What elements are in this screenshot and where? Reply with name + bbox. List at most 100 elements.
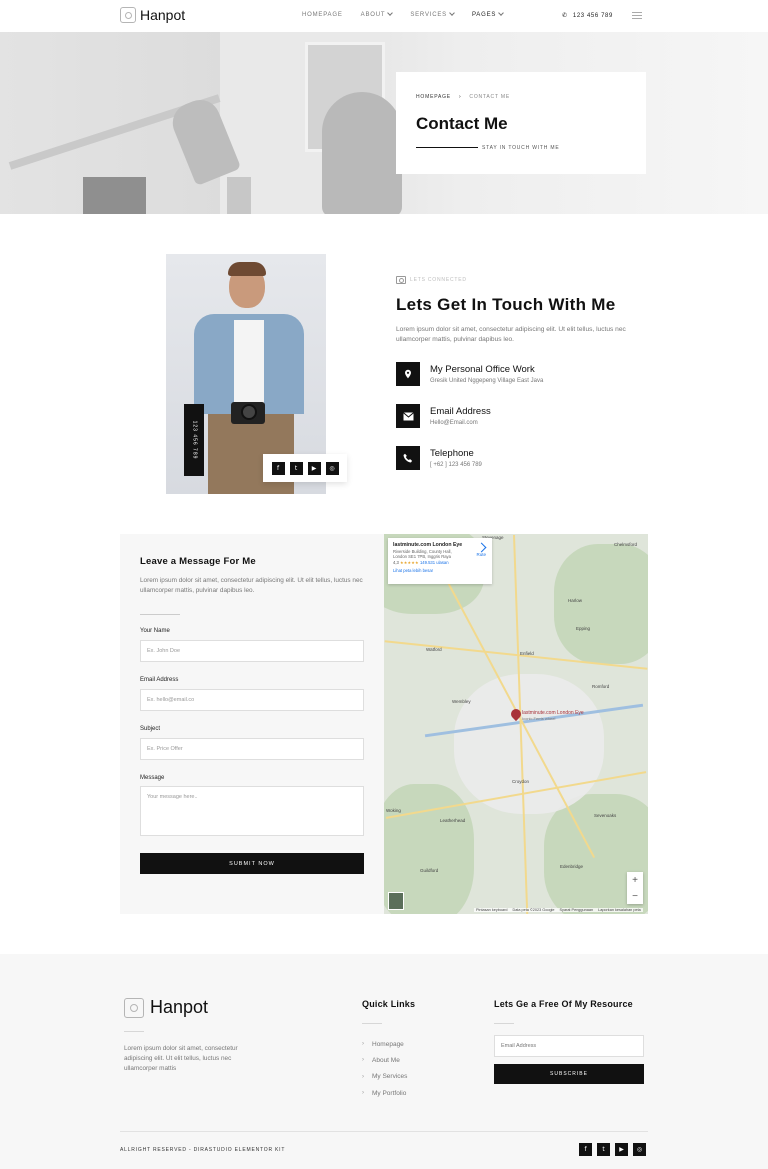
map-place-label: Sevenoaks bbox=[594, 813, 617, 818]
nav-pages[interactable]: PAGES bbox=[471, 10, 505, 18]
map-place-address: Riverside Building, County Hall, London … bbox=[393, 549, 452, 559]
message-textarea[interactable]: Your message here.. bbox=[140, 786, 364, 836]
instagram-icon[interactable]: ◎ bbox=[633, 1143, 646, 1156]
info-telephone-title: Telephone bbox=[430, 448, 474, 459]
envelope-icon bbox=[396, 404, 420, 428]
map-attribution: Pintasan keyboard Data peta ©2023 Google… bbox=[474, 908, 643, 912]
nav-services-label: SERVICES bbox=[410, 12, 447, 18]
breadcrumb-chevron-icon: › bbox=[458, 94, 462, 100]
map-place-label: Enfield bbox=[520, 651, 534, 656]
map-place-rating: 4,3 ★★★★★ 149.531 ulasan bbox=[393, 560, 487, 565]
footer-link-homepage[interactable]: › Homepage bbox=[362, 1036, 407, 1052]
footer-logo[interactable]: Hanpot bbox=[124, 997, 208, 1018]
youtube-icon[interactable]: ▶ bbox=[615, 1143, 628, 1156]
nav-homepage-label: HOMEPAGE bbox=[302, 12, 343, 18]
map-green-area bbox=[554, 544, 648, 664]
hamburger-menu-icon[interactable] bbox=[632, 12, 642, 19]
map-keyboard-shortcuts[interactable]: Pintasan keyboard bbox=[476, 908, 507, 912]
map-larger-link[interactable]: Lihat peta lebih besar bbox=[393, 568, 487, 573]
info-email-value[interactable]: Hello@Email.com bbox=[430, 420, 478, 426]
site-header: Hanpot HOMEPAGE ABOUT SERVICES PAGES ✆ 1… bbox=[0, 0, 768, 32]
map-reviews-link[interactable]: 149.531 ulasan bbox=[420, 560, 449, 565]
copyright: ALLRIGHT RESERVED - DIRASTUDIO ELEMENTOR… bbox=[120, 1147, 286, 1153]
footer-link-label: My Services bbox=[372, 1073, 408, 1081]
instagram-icon[interactable]: ◎ bbox=[325, 461, 339, 475]
map-marker-subtitle: Iconic Ferris wheel bbox=[522, 716, 556, 721]
message-label: Message bbox=[140, 775, 165, 781]
nav-homepage[interactable]: HOMEPAGE bbox=[302, 12, 343, 18]
map-terms-link[interactable]: Syarat Penggunaan bbox=[560, 908, 594, 912]
page-title: Contact Me bbox=[416, 114, 508, 133]
nav-about-label: ABOUT bbox=[360, 12, 386, 18]
google-map[interactable]: Stevenage Harlow Watford Enfield Wembley… bbox=[384, 534, 648, 914]
breadcrumb-home[interactable]: HOMEPAGE bbox=[416, 94, 451, 100]
form-divider bbox=[140, 614, 180, 615]
map-report-link[interactable]: Laporkan kesalahan peta bbox=[598, 908, 641, 912]
quick-links-list: › Homepage › About Me › My Services › My Por… bbox=[362, 1036, 407, 1101]
info-email: Email Address Hello@Email.com bbox=[396, 404, 646, 428]
section-kicker-text: LETS CONNECTED bbox=[410, 277, 467, 283]
info-telephone: Telephone [ +62 ] 123 456 789 bbox=[396, 446, 646, 470]
map-place-label: Harlow bbox=[568, 598, 583, 603]
portrait-phone-number: 123 456 789 bbox=[191, 420, 197, 460]
subject-label: Subject bbox=[140, 726, 161, 732]
footer-social-links: f t ▶ ◎ bbox=[579, 1143, 646, 1156]
info-office: My Personal Office Work Gresik United Ng… bbox=[396, 362, 646, 386]
nav-services[interactable]: SERVICES bbox=[410, 10, 455, 18]
breadcrumb-current: CONTACT ME bbox=[469, 94, 510, 100]
youtube-icon[interactable]: ▶ bbox=[307, 461, 321, 475]
footer-divider bbox=[124, 1031, 144, 1032]
footer-link-services[interactable]: › My Services bbox=[362, 1069, 407, 1085]
footer-link-label: My Portfolio bbox=[372, 1089, 407, 1097]
footer-link-label: Homepage bbox=[372, 1040, 404, 1048]
name-input[interactable]: Ex. John Doe bbox=[140, 640, 364, 662]
map-place-label: Edenbridge bbox=[560, 864, 584, 869]
footer-divider bbox=[362, 1023, 382, 1024]
map-directions-button[interactable]: Rute bbox=[476, 542, 487, 557]
form-description: Lorem ipsum dolor sit amet, consectetur … bbox=[140, 577, 363, 594]
map-directions-label: Rute bbox=[476, 552, 486, 557]
facebook-icon[interactable]: f bbox=[579, 1143, 592, 1156]
map-place-label: Woking bbox=[386, 808, 401, 813]
map-place-label: Wembley bbox=[452, 699, 471, 704]
map-rating-value: 4,3 bbox=[393, 560, 399, 565]
portrait-shirt bbox=[234, 320, 264, 414]
twitter-icon[interactable]: t bbox=[289, 461, 303, 475]
portrait-hair bbox=[228, 262, 266, 276]
chevron-down-icon bbox=[498, 10, 505, 16]
quick-links-title: Quick Links bbox=[362, 999, 416, 1009]
zoom-out-button[interactable]: − bbox=[627, 888, 643, 904]
nav-pages-label: PAGES bbox=[471, 12, 497, 18]
directions-icon bbox=[476, 542, 487, 553]
map-place-label: Chelmsford bbox=[614, 542, 638, 547]
subject-input[interactable]: Ex. Price Offer bbox=[140, 738, 364, 760]
resource-title: Lets Ge a Free Of My Resource bbox=[494, 999, 633, 1009]
logo[interactable]: Hanpot bbox=[120, 7, 185, 23]
header-phone[interactable]: ✆ 123 456 789 bbox=[562, 12, 613, 19]
newsletter-email-input[interactable]: Email Address bbox=[494, 1035, 644, 1057]
nav-about[interactable]: ABOUT bbox=[360, 10, 394, 18]
breadcrumb: HOMEPAGE › CONTACT ME bbox=[416, 94, 510, 100]
portrait-phone-text: 123 456 789 bbox=[184, 404, 204, 476]
hero-monitor bbox=[83, 177, 146, 214]
map-satellite-toggle[interactable] bbox=[388, 892, 404, 910]
footer-link-portfolio[interactable]: › My Portfolio bbox=[362, 1085, 407, 1101]
chevron-right-icon: › bbox=[362, 1073, 364, 1080]
footer-bottom-divider bbox=[120, 1131, 648, 1132]
subscribe-button[interactable]: SUBSCRIBE bbox=[494, 1064, 644, 1084]
map-marker-label: lastminute.com London Eye Iconic Ferris … bbox=[522, 710, 584, 722]
facebook-icon[interactable]: f bbox=[271, 461, 285, 475]
email-input[interactable]: Ex. hello@email.co bbox=[140, 689, 364, 711]
zoom-in-button[interactable]: + bbox=[627, 872, 643, 888]
portrait-camera-lens bbox=[241, 404, 257, 420]
email-label: Email Address bbox=[140, 677, 179, 683]
submit-button[interactable]: SUBMIT NOW bbox=[140, 853, 364, 874]
chevron-right-icon: › bbox=[362, 1041, 364, 1048]
footer-divider bbox=[494, 1023, 514, 1024]
info-telephone-value[interactable]: [ +62 ] 123 456 789 bbox=[430, 462, 482, 468]
site-footer: Hanpot Lorem ipsum dolor sit amet, conse… bbox=[0, 954, 768, 1169]
twitter-icon[interactable]: t bbox=[597, 1143, 610, 1156]
footer-link-about[interactable]: › About Me bbox=[362, 1052, 407, 1068]
info-email-title: Email Address bbox=[430, 406, 491, 417]
map-zoom-control: + − bbox=[627, 872, 643, 904]
